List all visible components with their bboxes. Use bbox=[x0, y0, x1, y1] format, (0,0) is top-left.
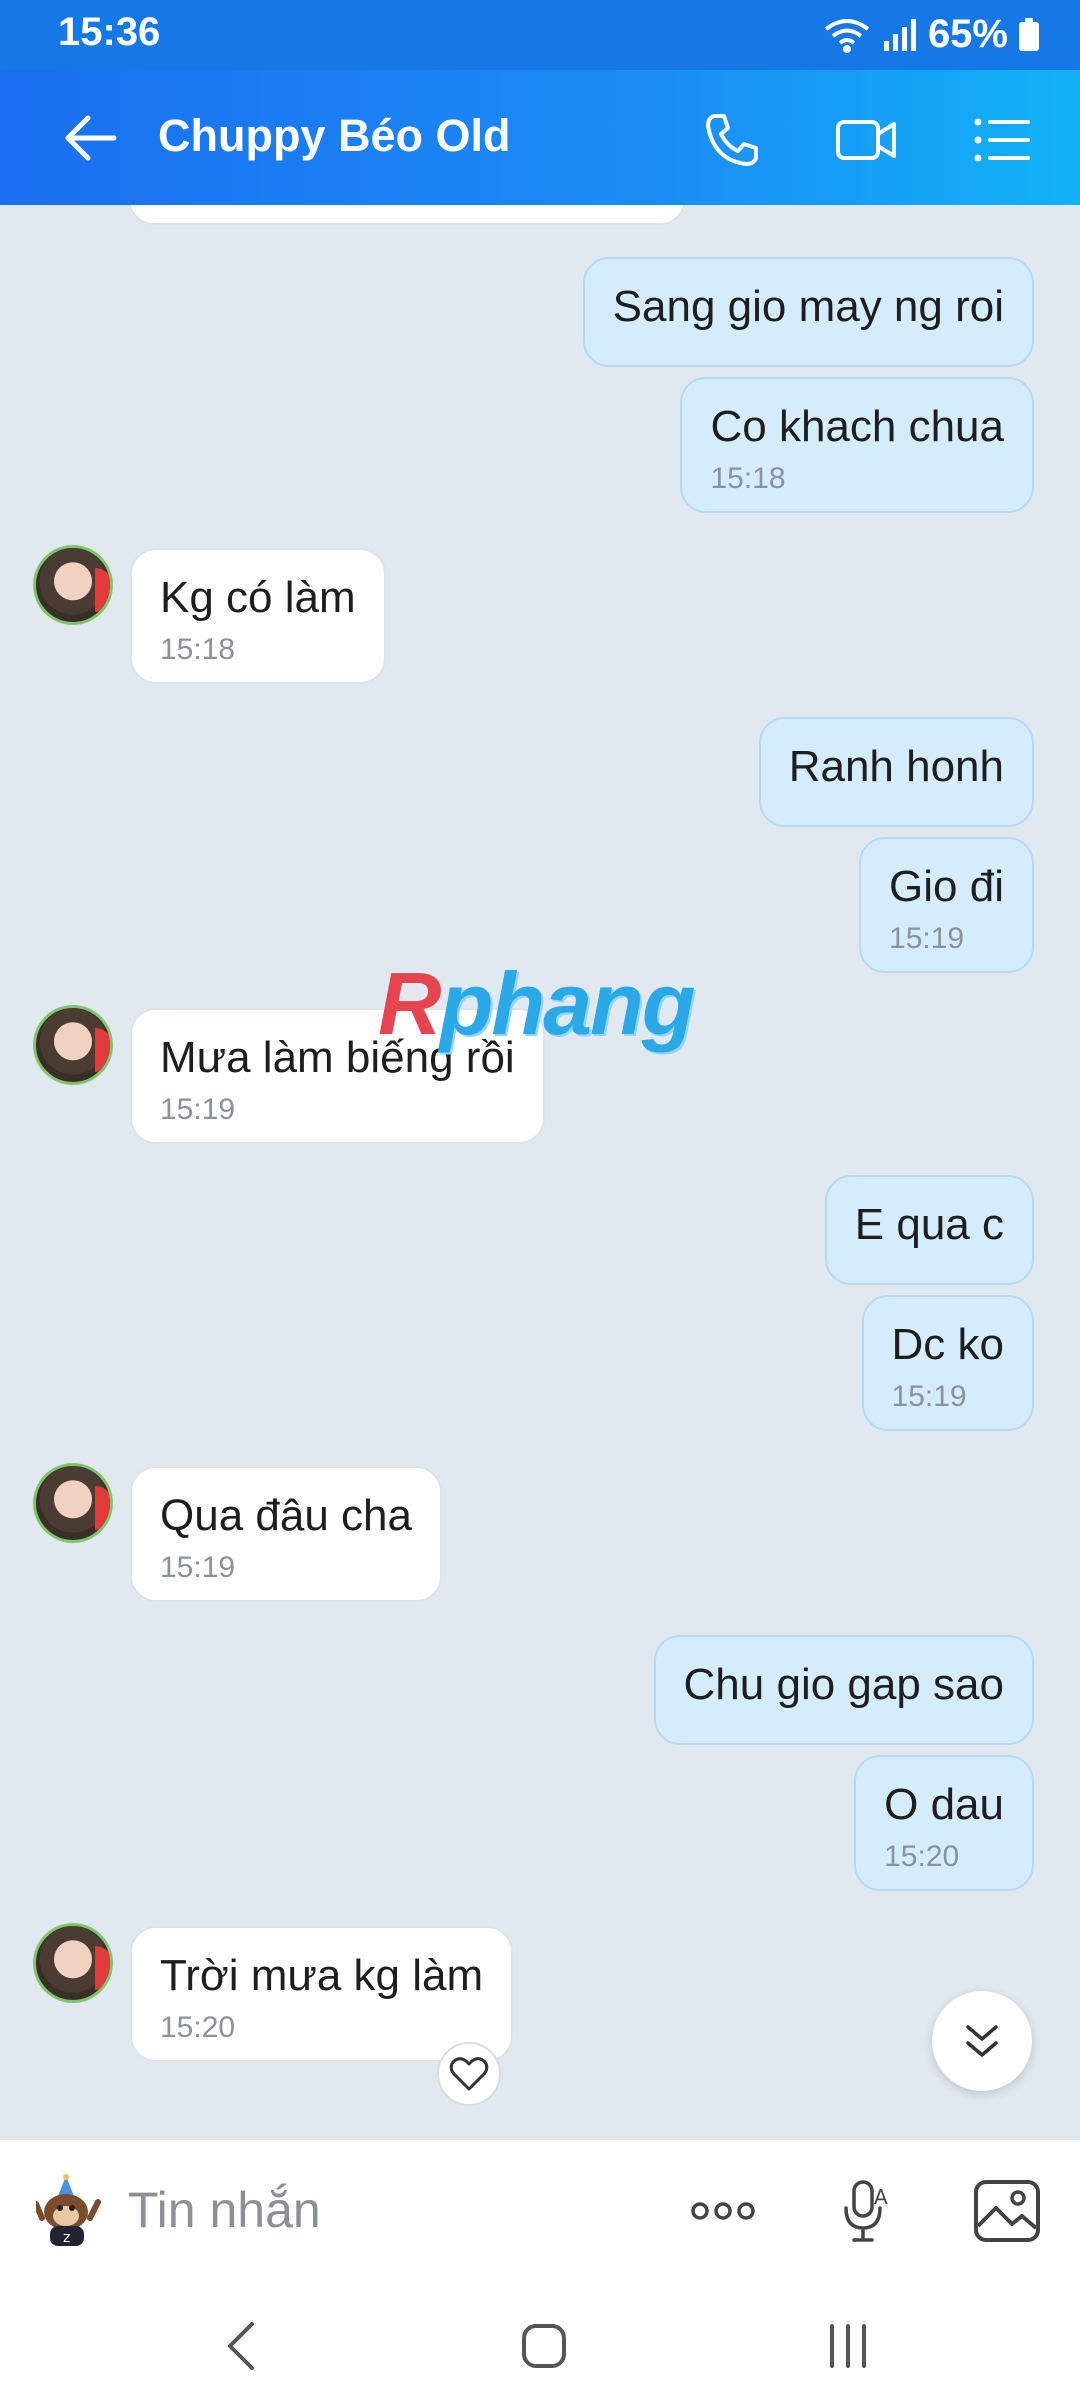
message-text: O dau bbox=[884, 1780, 1004, 1829]
message-bubble-outgoing[interactable]: Dc ko 15:19 bbox=[861, 1295, 1034, 1431]
react-heart-button[interactable] bbox=[437, 2042, 501, 2106]
message-bubble-outgoing[interactable]: O dau 15:20 bbox=[854, 1755, 1034, 1891]
status-time: 15:36 bbox=[58, 10, 161, 54]
message-text: E qua c bbox=[854, 1200, 1004, 1249]
message-text: Co khach chua bbox=[710, 402, 1004, 451]
message-time: 15:18 bbox=[160, 633, 236, 666]
message-text: Chu gio gap sao bbox=[683, 1660, 1004, 1709]
contact-name[interactable]: Chuppy Béo Old bbox=[158, 110, 511, 162]
phone-icon[interactable] bbox=[700, 108, 764, 172]
watermark-first-letter: R bbox=[378, 954, 442, 1053]
scroll-to-bottom-button[interactable] bbox=[932, 1991, 1032, 2091]
status-right: 65% bbox=[822, 12, 1040, 57]
microphone-icon[interactable]: A bbox=[834, 2176, 904, 2246]
arrow-left-icon[interactable] bbox=[60, 110, 120, 166]
heart-icon bbox=[449, 2057, 489, 2091]
message-text: Trời mưa kg làm bbox=[160, 1951, 484, 2000]
message-text: Sang gio may ng roi bbox=[612, 282, 1004, 331]
message-input-bar: z A bbox=[0, 2138, 1080, 2278]
status-bar: 15:36 65% bbox=[0, 0, 1080, 70]
list-menu-icon[interactable] bbox=[970, 108, 1034, 172]
message-time: 15:20 bbox=[884, 1840, 960, 1873]
message-bubble-outgoing[interactable]: Ranh honh bbox=[758, 717, 1034, 827]
watermark-logo: Rphang bbox=[378, 953, 696, 1055]
message-bubble-outgoing[interactable]: Sang gio may ng roi bbox=[582, 257, 1034, 367]
message-bubble-outgoing[interactable]: E qua c bbox=[824, 1175, 1034, 1285]
battery-icon bbox=[1019, 17, 1039, 51]
message-bubble-outgoing[interactable]: Gio đi 15:19 bbox=[859, 837, 1034, 973]
svg-text:A: A bbox=[874, 2185, 888, 2209]
message-text: Kg có làm bbox=[160, 573, 356, 622]
message-list[interactable]: Sang gio may ng roi Co khach chua 15:18 … bbox=[0, 205, 1080, 2138]
more-dots-icon[interactable] bbox=[688, 2176, 758, 2246]
contact-avatar[interactable] bbox=[33, 545, 113, 625]
message-time: 15:19 bbox=[889, 922, 965, 955]
message-bubble-incoming[interactable]: Trời mưa kg làm 15:20 bbox=[130, 1926, 514, 2062]
sticker-icon[interactable]: z bbox=[36, 2174, 106, 2248]
message-input[interactable] bbox=[128, 2180, 648, 2240]
nav-home-icon[interactable] bbox=[514, 2316, 574, 2376]
message-text: Gio đi bbox=[889, 862, 1004, 911]
watermark-rest: phang bbox=[439, 954, 696, 1053]
message-time: 15:19 bbox=[891, 1380, 967, 1413]
chat-header: Chuppy Béo Old bbox=[0, 70, 1080, 205]
message-text: Qua đâu cha bbox=[160, 1491, 412, 1540]
contact-avatar[interactable] bbox=[33, 1005, 113, 1085]
message-bubble-incoming[interactable]: Qua đâu cha 15:19 bbox=[130, 1466, 442, 1602]
video-camera-icon[interactable] bbox=[834, 108, 898, 172]
signal-icon bbox=[883, 18, 916, 51]
contact-avatar[interactable] bbox=[33, 1463, 113, 1543]
nav-back-icon[interactable] bbox=[214, 2316, 274, 2376]
wifi-icon bbox=[824, 18, 870, 53]
message-time: 15:19 bbox=[160, 1093, 236, 1126]
message-bubble-outgoing[interactable]: Chu gio gap sao bbox=[653, 1635, 1034, 1745]
double-chevron-down-icon bbox=[966, 2025, 998, 2057]
message-time: 15:19 bbox=[160, 1551, 236, 1584]
message-time: 15:18 bbox=[710, 462, 786, 495]
nav-recents-icon[interactable] bbox=[818, 2316, 878, 2376]
image-icon[interactable] bbox=[972, 2176, 1042, 2246]
message-time: 15:20 bbox=[160, 2011, 236, 2044]
message-bubble-incoming[interactable]: Kg có làm 15:18 bbox=[130, 548, 386, 684]
message-bubble-outgoing[interactable]: Co khach chua 15:18 bbox=[680, 377, 1034, 513]
svg-text:z: z bbox=[63, 2230, 70, 2246]
message-text: Ranh honh bbox=[788, 742, 1004, 791]
contact-avatar[interactable] bbox=[33, 1923, 113, 2003]
system-nav-bar bbox=[0, 2278, 1080, 2408]
message-text: Dc ko bbox=[891, 1320, 1004, 1369]
message-bubble-partial[interactable] bbox=[128, 205, 686, 225]
battery-percent: 65% bbox=[927, 12, 1008, 56]
